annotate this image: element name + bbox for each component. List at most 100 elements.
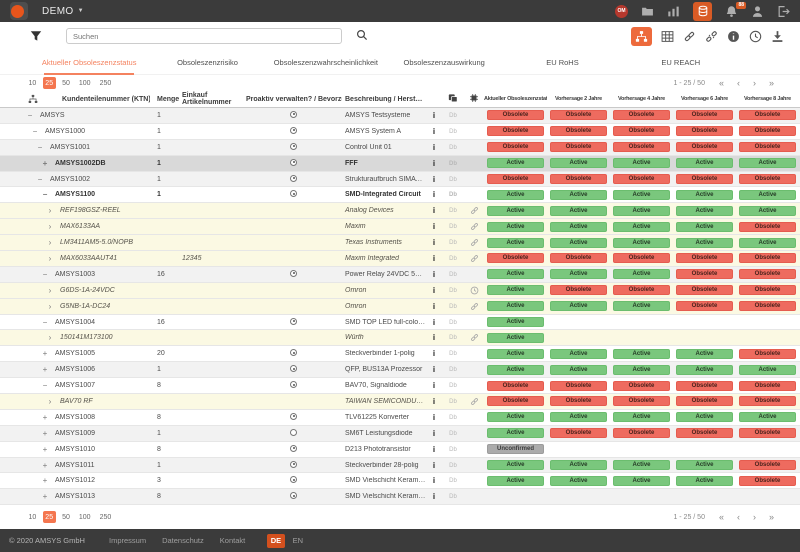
obsolescence-db-icon[interactable]: Db [449, 351, 457, 357]
download-icon[interactable] [771, 30, 784, 43]
obsolescence-db-icon[interactable]: Db [449, 399, 457, 405]
collapse-icon[interactable]: − [41, 381, 49, 390]
collapse-icon[interactable]: − [36, 143, 44, 152]
proactive-radio[interactable] [290, 349, 297, 357]
expand-icon[interactable]: + [41, 429, 49, 438]
expand-icon[interactable]: + [41, 461, 49, 470]
notifications[interactable]: 88 [725, 1, 746, 18]
chevron-right-icon[interactable]: › [46, 254, 54, 263]
proactive-radio[interactable] [290, 365, 297, 373]
table-row[interactable]: − AMSYS1000 1 AMSYS System A i Db Obsolete Obso… [0, 123, 800, 140]
search-button[interactable] [356, 29, 368, 44]
obsolescence-db-icon[interactable]: Db [449, 161, 457, 167]
proactive-radio[interactable] [290, 444, 297, 452]
first-page-icon[interactable]: « [719, 512, 724, 522]
collapse-icon[interactable]: − [36, 175, 44, 184]
info-icon[interactable]: i [433, 349, 435, 358]
proactive-radio[interactable] [290, 381, 297, 389]
obsolescence-db-icon[interactable]: Db [449, 335, 457, 341]
obsolescence-db-icon[interactable]: Db [449, 367, 457, 373]
obsolescence-db-icon[interactable]: Db [449, 256, 457, 262]
info-icon[interactable]: i [433, 461, 435, 470]
obsolescence-db-icon[interactable]: Db [449, 415, 457, 421]
hierarchy-view-icon[interactable] [631, 26, 652, 46]
page-size-25[interactable]: 25 [42, 77, 56, 89]
info-icon[interactable]: i [433, 111, 435, 120]
obsolescence-db-icon[interactable]: Db [449, 431, 457, 437]
chevron-right-icon[interactable]: › [46, 397, 54, 406]
collapse-icon[interactable]: − [41, 270, 49, 279]
expand-icon[interactable]: + [41, 349, 49, 358]
expand-icon[interactable]: + [41, 492, 49, 501]
next-page-icon[interactable]: › [753, 78, 756, 88]
link-icon[interactable] [470, 223, 479, 231]
info-icon[interactable]: i [433, 286, 435, 295]
proactive-radio[interactable] [290, 126, 297, 134]
info-icon[interactable]: i [433, 222, 435, 231]
tab-4[interactable]: Obsoleszenzauswirkung [385, 50, 503, 74]
unlink-icon[interactable] [705, 30, 718, 43]
prev-page-icon[interactable]: ‹ [737, 78, 740, 88]
obsolescence-db-icon[interactable]: Db [449, 129, 457, 135]
info-icon[interactable]: i [433, 492, 435, 501]
expand-icon[interactable]: + [41, 413, 49, 422]
proactive-radio[interactable] [290, 460, 297, 468]
obsolescence-db-icon[interactable]: Db [449, 288, 457, 294]
proactive-radio[interactable] [290, 428, 297, 436]
info-icon[interactable]: i [433, 381, 435, 390]
proactive-radio[interactable] [290, 492, 297, 500]
expand-icon[interactable]: + [41, 159, 49, 168]
obsolescence-db-icon[interactable]: Db [449, 383, 457, 389]
proactive-radio[interactable] [290, 190, 297, 198]
clock-icon[interactable] [470, 286, 479, 295]
info-icon[interactable]: i [433, 397, 435, 406]
obsolescence-db-icon[interactable]: Db [449, 177, 457, 183]
next-page-icon[interactable]: › [753, 512, 756, 522]
info-icon[interactable]: i [433, 476, 435, 485]
footer-link-impressum[interactable]: Impressum [109, 536, 146, 545]
tab-2[interactable]: Obsoleszenzrisiko [148, 50, 266, 74]
info-icon[interactable]: i [433, 318, 435, 327]
obsolescence-db-icon[interactable]: Db [449, 192, 457, 198]
obsolescence-db-icon[interactable]: Db [449, 304, 457, 310]
tab-3[interactable]: Obsoleszenzwahrscheinlichkeit [267, 50, 385, 74]
page-size-100[interactable]: 100 [76, 511, 93, 523]
obsolescence-db-icon[interactable]: Db [449, 447, 457, 453]
obsolescence-db-icon[interactable]: Db [449, 494, 457, 500]
table-row[interactable]: › BAV70 RF TAIWAN SEMICONDUCTOR i Db Obsolete… [0, 394, 800, 410]
collapse-icon[interactable]: − [31, 127, 39, 136]
table-row[interactable]: + AMSYS1009 1 SM6T Leistungsdiode i Db Active O… [0, 425, 800, 442]
obsolescence-db-icon[interactable]: Db [449, 272, 457, 278]
table-row[interactable]: › REF198GSZ-REEL Analog Devices i Db Active Ac… [0, 203, 800, 220]
info-icon[interactable]: i [433, 206, 435, 215]
table-row[interactable]: −AMSYS1002 1 Strukturaufbruch SIMATIC S7-.… [0, 171, 800, 188]
info-icon[interactable]: i [433, 238, 435, 247]
history-icon[interactable] [749, 30, 762, 43]
link-icon[interactable] [470, 334, 479, 342]
link-icon[interactable] [470, 302, 479, 310]
info-icon[interactable]: i [433, 333, 435, 342]
info-icon[interactable]: i [433, 413, 435, 422]
page-size-250[interactable]: 250 [97, 77, 114, 89]
last-page-icon[interactable]: » [769, 512, 774, 522]
page-size-25[interactable]: 25 [42, 511, 56, 524]
proactive-radio[interactable] [290, 412, 297, 420]
prev-page-icon[interactable]: ‹ [737, 512, 740, 522]
table-row[interactable]: + AMSYS1006 1 QFP, BUS13A Prozessor i Db Activ… [0, 362, 800, 379]
info-icon[interactable]: i [433, 270, 435, 279]
table-row[interactable]: − AMSYS1007 8 BAV70, Signaldiode i Db Obsolete… [0, 378, 800, 395]
info-icon[interactable]: i [433, 143, 435, 152]
footer-link-datenschutz[interactable]: Datenschutz [162, 536, 204, 545]
chart-icon[interactable] [667, 5, 680, 18]
info-icon[interactable]: i [433, 127, 435, 136]
obsolescence-db-icon[interactable]: Db [449, 463, 457, 469]
table-row[interactable]: + AMSYS1008 8 TLV61225 Konverter i Db Active Ac… [0, 409, 800, 426]
last-page-icon[interactable]: » [769, 78, 774, 88]
obsolescence-db-icon[interactable]: Db [449, 224, 457, 230]
obsolescence-db-icon[interactable]: Db [449, 240, 457, 246]
chevron-right-icon[interactable]: › [46, 286, 54, 295]
collapse-icon[interactable]: − [41, 190, 49, 199]
table-row[interactable]: + AMSYS1002DB 1 FFF i Db Active Active Active Act… [0, 155, 800, 172]
om-logo-icon[interactable]: OM [615, 4, 628, 18]
link-icon[interactable] [683, 30, 696, 43]
